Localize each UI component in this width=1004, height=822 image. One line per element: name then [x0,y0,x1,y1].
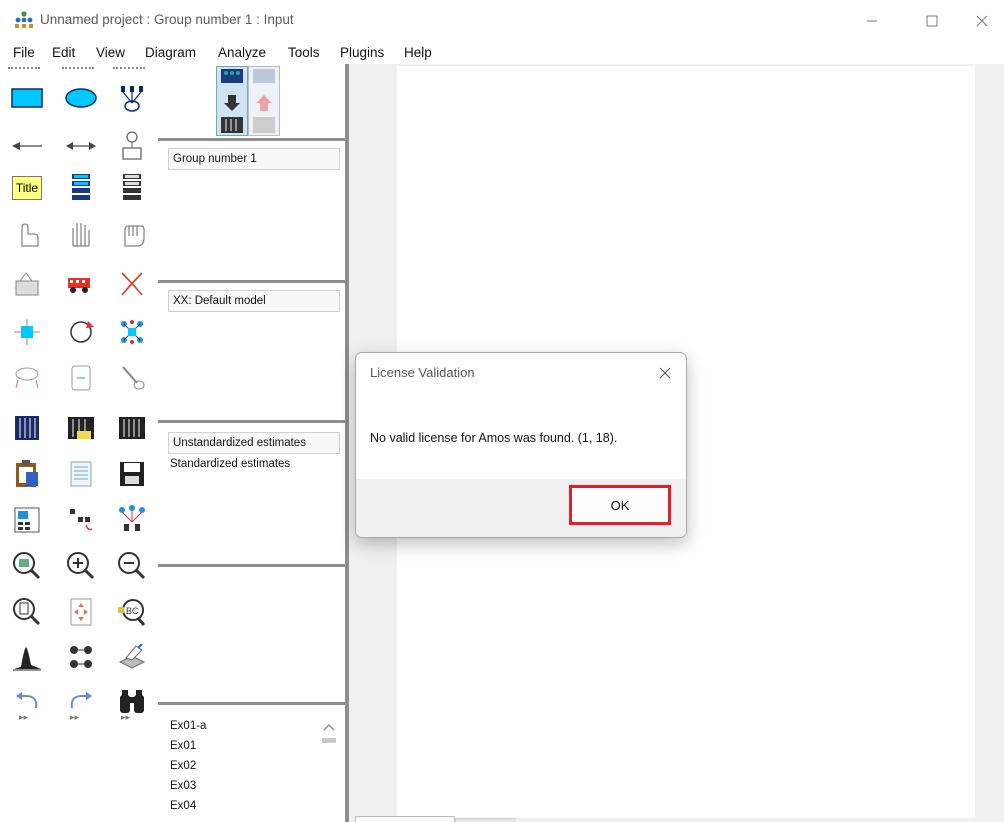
toolbox: Title BC ▸▸ ▸▸ ▸▸ [0,64,158,822]
title-label: Title [12,176,42,200]
data-file-icon[interactable] [8,410,46,446]
standardized-estimates-item[interactable]: Standardized estimates [170,458,290,470]
panel-separator [158,280,348,283]
fit-page-icon[interactable] [62,594,100,630]
menu-analyze[interactable]: Analyze [218,45,266,60]
title-bar: Unnamed project : Group number 1 : Input [0,0,1004,42]
change-shape-icon[interactable] [8,314,46,350]
menu-plugins[interactable]: Plugins [340,45,384,60]
page-zoom-icon[interactable] [8,594,46,630]
loupe-icon[interactable]: BC [113,594,151,630]
file-list-item[interactable]: Ex01 [170,740,196,752]
ok-button[interactable]: OK [569,485,671,525]
file-list-item[interactable]: Ex02 [170,760,196,772]
touch-up-icon[interactable] [113,360,151,396]
list-variables-icon[interactable] [62,170,100,206]
rectangle-icon[interactable] [8,80,46,116]
ellipse-icon[interactable] [62,80,100,116]
title-icon[interactable]: Title [8,170,46,206]
view-input-button[interactable] [216,66,248,136]
svg-text:BC: BC [126,606,139,616]
erase-icon[interactable] [113,266,151,302]
group-list-item[interactable]: Group number 1 [168,148,340,170]
toolbar-grip [8,67,40,70]
chevron-up-icon [322,724,336,743]
file-list-scrollbar[interactable] [319,718,339,822]
dialog-close-button[interactable] [652,361,678,385]
scroll-icon[interactable] [62,360,100,396]
deselect-all-icon[interactable] [113,216,151,252]
double-arrow-icon[interactable] [62,128,100,164]
select-all-icon[interactable] [62,216,100,252]
dialog-message: No valid license for Amos was found. (1,… [370,431,618,445]
rotate-icon[interactable] [62,314,100,350]
canvas-tab[interactable] [355,816,455,822]
menu-bar: File Edit View Diagram Analyze Tools Plu… [0,42,1004,64]
single-arrow-icon[interactable] [8,128,46,164]
menu-tools[interactable]: Tools [288,45,320,60]
drag-properties-icon[interactable] [62,502,100,538]
copy-clipboard-icon[interactable] [8,456,46,492]
menu-edit[interactable]: Edit [52,45,75,60]
window-title: Unnamed project : Group number 1 : Input [40,12,294,27]
zoom-selected-icon[interactable] [8,548,46,584]
file-list-item[interactable]: Ex03 [170,780,196,792]
calculate-estimates-icon[interactable] [113,410,151,446]
toolbar-expand-icon[interactable]: ▸▸ [70,712,79,723]
toolbar-grip [62,67,94,70]
maximize-button[interactable] [912,6,952,36]
close-button[interactable] [962,6,1002,36]
dialog-body: No valid license for Amos was found. (1,… [356,395,686,479]
reflect-icon[interactable] [113,314,151,350]
select-one-icon[interactable] [8,216,46,252]
toolbar-expand-icon[interactable]: ▸▸ [121,712,130,723]
analysis-properties-icon[interactable] [62,410,100,446]
unstandardized-estimates-item[interactable]: Unstandardized estimates [168,432,340,454]
multiple-group-icon[interactable] [62,640,100,676]
view-output-button[interactable] [248,66,280,136]
unique-variable-icon[interactable] [113,128,151,164]
redo-icon[interactable] [62,684,100,720]
zoom-in-icon[interactable] [62,548,100,584]
preserve-symmetries-icon[interactable] [113,502,151,538]
panel-separator [158,138,348,141]
print-icon[interactable] [113,640,151,676]
dialog-title: License Validation [370,365,475,380]
amos-tree-icon [15,11,33,28]
canvas-tab[interactable] [455,818,515,822]
zoom-out-icon[interactable] [113,548,151,584]
menu-file[interactable]: File [13,45,35,60]
maximize-icon [926,15,938,27]
minimize-icon [867,20,877,22]
file-list-item[interactable]: Ex04 [170,800,196,812]
panel-separator [158,702,348,705]
panel-separator [158,420,348,423]
toolbar-expand-icon[interactable]: ▸▸ [19,712,28,723]
move-icon[interactable] [62,266,100,302]
input-path-diagram-icon [221,69,243,133]
duplicate-icon[interactable] [8,266,46,302]
menu-help[interactable]: Help [404,45,432,60]
latent-indicator-icon[interactable] [113,80,151,116]
bayesian-icon[interactable] [8,640,46,676]
specification-search-icon[interactable] [113,684,151,720]
view-text-icon[interactable] [62,456,100,492]
toolbar-grip [113,67,145,70]
save-icon[interactable] [113,456,151,492]
menu-diagram[interactable]: Diagram [145,45,196,60]
close-icon [976,15,988,27]
list-data-variables-icon[interactable] [113,170,151,206]
panel-separator [158,564,348,567]
side-panel: Group number 1 XX: Default model Unstand… [158,64,348,822]
minimize-button[interactable] [852,6,892,36]
close-icon [659,367,671,379]
output-path-diagram-icon [253,69,275,133]
object-properties-icon[interactable] [8,502,46,538]
model-list-item[interactable]: XX: Default model [168,290,340,312]
file-list-item[interactable]: Ex01-a [170,720,206,732]
license-validation-dialog: License Validation No valid license for … [355,352,687,538]
move-parameter-icon[interactable] [8,360,46,396]
menu-view[interactable]: View [96,45,125,60]
